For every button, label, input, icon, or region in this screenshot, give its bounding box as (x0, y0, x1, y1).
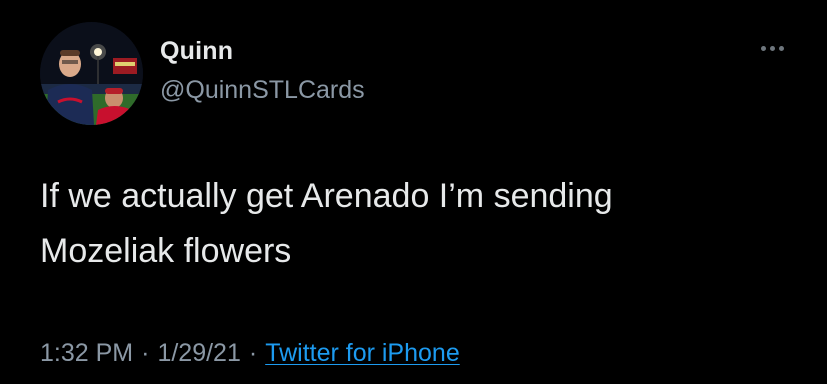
tweet-card: Quinn @QuinnSTLCards If we actually get … (0, 0, 827, 384)
tweet-text-line: If we actually get Arenado I’m sending (40, 177, 613, 215)
avatar[interactable] (40, 22, 143, 125)
tweet-time: 1:32 PM (40, 339, 134, 367)
display-name[interactable]: Quinn (160, 36, 365, 66)
meta-separator: · (248, 339, 258, 367)
tweet-text-line: Mozeliak flowers (40, 232, 292, 270)
tweet-text: If we actually get Arenado I’m sending M… (40, 169, 800, 279)
more-options-button[interactable] (752, 36, 792, 60)
avatar-photo (40, 22, 143, 125)
source-link[interactable]: Twitter for iPhone (265, 339, 460, 367)
more-horizontal-icon (759, 45, 786, 51)
meta-separator: · (141, 339, 150, 367)
tweet-date: 1/29/21 (157, 339, 241, 367)
tweet-meta: 1:32 PM · 1/29/21 · Twitter for iPhone (40, 336, 460, 370)
author-info: Quinn @QuinnSTLCards (160, 36, 365, 105)
user-handle[interactable]: @QuinnSTLCards (160, 75, 365, 105)
